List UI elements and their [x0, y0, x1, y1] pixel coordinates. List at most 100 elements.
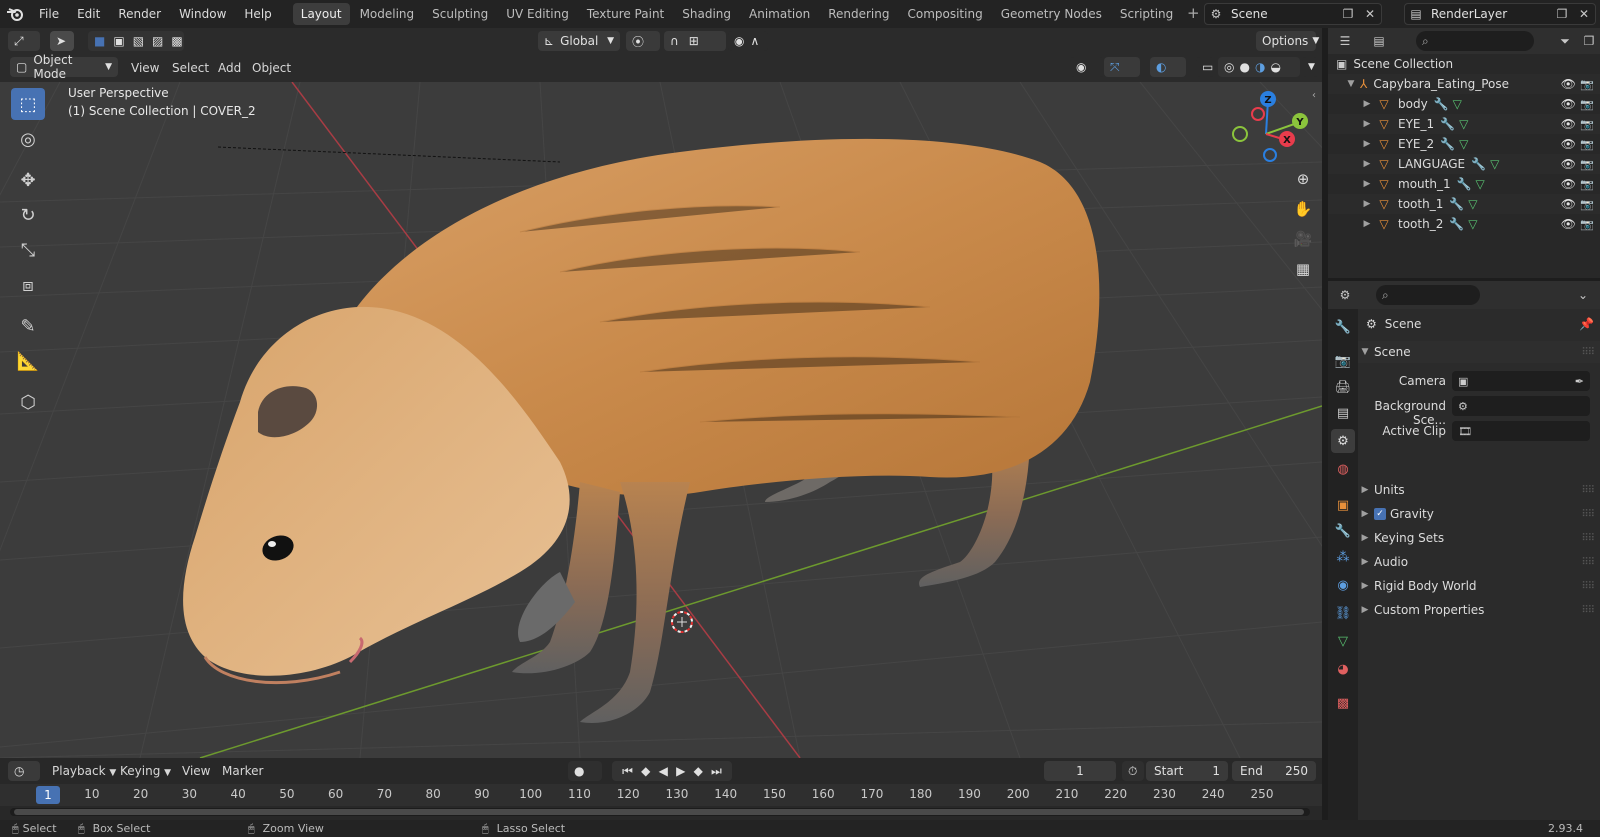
- material-shading-icon[interactable]: ◑: [1255, 60, 1265, 74]
- visibility-eye-icon[interactable]: 👁: [1561, 177, 1576, 191]
- filter-icon[interactable]: ⏷: [1554, 31, 1576, 51]
- rotate-tool-icon[interactable]: ↻: [11, 199, 45, 231]
- object-tab-icon[interactable]: ▣: [1331, 493, 1355, 517]
- tab-shading[interactable]: Shading: [674, 3, 739, 25]
- menu-playback[interactable]: Playback ▼: [52, 761, 116, 781]
- wireframe-shading-icon[interactable]: ◎: [1224, 60, 1234, 74]
- tab-sculpting[interactable]: Sculpting: [424, 3, 496, 25]
- mesh-data-icon[interactable]: ▽: [1476, 177, 1485, 191]
- outliner-row-object[interactable]: ▶ ▽ EYE_1 🔧 ▽ 👁 📷: [1328, 114, 1600, 134]
- close-view-layer-icon[interactable]: ✕: [1573, 4, 1595, 24]
- view-layer-tab-icon[interactable]: ▤: [1331, 401, 1355, 425]
- render-camera-icon[interactable]: 📷: [1580, 158, 1594, 171]
- add-workspace-button[interactable]: +: [1183, 4, 1203, 24]
- constraints-tab-icon[interactable]: ⛓: [1331, 601, 1355, 625]
- visibility-eye-icon[interactable]: 👁: [1561, 117, 1576, 131]
- mesh-data-icon[interactable]: ▽: [1453, 97, 1462, 111]
- expand-triangle-icon[interactable]: ▶: [1362, 199, 1372, 209]
- tab-scripting[interactable]: Scripting: [1112, 3, 1181, 25]
- drag-grip-icon[interactable]: ⠿⠿: [1581, 605, 1595, 616]
- pin-icon[interactable]: 📌: [1579, 317, 1594, 331]
- chevron-down-icon[interactable]: ⌄: [1572, 285, 1594, 305]
- pivot-point-dropdown[interactable]: ⦿: [626, 31, 660, 51]
- select-mode-new-icon[interactable]: ■: [94, 34, 105, 48]
- render-camera-icon[interactable]: 📷: [1580, 198, 1594, 211]
- visibility-dropdown[interactable]: ◉: [1070, 57, 1104, 77]
- particles-tab-icon[interactable]: ⁂: [1331, 545, 1355, 569]
- outliner-row-object[interactable]: ▶ ▽ mouth_1 🔧 ▽ 👁 📷: [1328, 174, 1600, 194]
- drag-grip-icon[interactable]: ⠿⠿: [1581, 533, 1595, 544]
- ortho-grid-icon[interactable]: ▦: [1290, 256, 1316, 282]
- menu-add[interactable]: Add: [218, 58, 241, 78]
- start-frame-field[interactable]: Start 1: [1146, 761, 1228, 781]
- expand-triangle-icon[interactable]: ▶: [1362, 119, 1372, 129]
- mesh-data-icon[interactable]: ▽: [1459, 117, 1468, 131]
- subpanel-header[interactable]: ▶ Units ⠿⠿: [1358, 479, 1600, 501]
- add-cube-tool-icon[interactable]: ⬡: [11, 386, 45, 418]
- shading-mode-group[interactable]: ◎ ● ◑ ◒: [1218, 57, 1300, 77]
- render-camera-icon[interactable]: 📷: [1580, 178, 1594, 191]
- mesh-data-icon[interactable]: ▽: [1468, 197, 1477, 211]
- close-scene-icon[interactable]: ✕: [1359, 4, 1381, 24]
- tab-texture-paint[interactable]: Texture Paint: [579, 3, 672, 25]
- mesh-data-icon[interactable]: ▽: [1459, 137, 1468, 151]
- scene-tab-icon[interactable]: ⚙: [1331, 429, 1355, 453]
- cursor-tool-icon[interactable]: ◎: [11, 123, 45, 155]
- annotate-tool-icon[interactable]: ✎: [11, 310, 45, 342]
- editor-type-button[interactable]: ⤢: [8, 31, 40, 51]
- end-frame-field[interactable]: End 250: [1232, 761, 1316, 781]
- measure-tool-icon[interactable]: 📐: [11, 345, 45, 377]
- tab-animation[interactable]: Animation: [741, 3, 818, 25]
- material-tab-icon[interactable]: ◕: [1331, 657, 1355, 681]
- world-tab-icon[interactable]: ◍: [1331, 457, 1355, 481]
- select-mode-extend-icon[interactable]: ▣: [113, 34, 124, 48]
- preview-range-toggle[interactable]: ⏱: [1122, 761, 1144, 781]
- tab-compositing[interactable]: Compositing: [899, 3, 990, 25]
- play-reverse-icon[interactable]: ◀: [659, 764, 668, 778]
- outliner-search-input[interactable]: ⌕: [1416, 31, 1534, 51]
- menu-keying[interactable]: Keying ▼: [120, 761, 171, 781]
- subpanel-header[interactable]: ▶ ✓ Gravity ⠿⠿: [1358, 503, 1600, 525]
- copy-view-layer-icon[interactable]: ❐: [1551, 4, 1573, 24]
- menu-view[interactable]: View: [131, 58, 159, 78]
- menu-render[interactable]: Render: [109, 0, 170, 28]
- xray-toggle[interactable]: ▭: [1196, 57, 1214, 77]
- modifier-wrench-icon[interactable]: 🔧: [1434, 97, 1449, 111]
- timeline-editor-type-button[interactable]: ◷: [8, 761, 40, 781]
- texture-tab-icon[interactable]: ▩: [1331, 691, 1355, 715]
- scene-panel-header[interactable]: ▼ Scene ⠿⠿: [1358, 341, 1600, 363]
- menu-object[interactable]: Object: [252, 58, 291, 78]
- select-box-tool-icon[interactable]: ⬚: [11, 88, 45, 120]
- active-clip-field[interactable]: 🎞: [1452, 421, 1590, 441]
- play-icon[interactable]: ▶: [676, 764, 685, 778]
- overlays-toggle[interactable]: ◐: [1150, 57, 1186, 77]
- outliner-row-object[interactable]: ▶ ▽ tooth_1 🔧 ▽ 👁 📷: [1328, 194, 1600, 214]
- display-mode-icon[interactable]: ▤: [1368, 31, 1390, 51]
- outliner-row-object[interactable]: ▶ ▽ EYE_2 🔧 ▽ 👁 📷: [1328, 134, 1600, 154]
- zoom-icon[interactable]: ⊕: [1290, 166, 1316, 192]
- transform-orientation-dropdown[interactable]: ⊾ Global ▼: [538, 31, 620, 51]
- drag-grip-icon[interactable]: ⠿⠿: [1581, 557, 1595, 568]
- collapse-triangle-icon[interactable]: ▼: [1346, 79, 1356, 89]
- tool-tab-icon[interactable]: 🔧: [1331, 315, 1355, 339]
- tab-geometry-nodes[interactable]: Geometry Nodes: [993, 3, 1110, 25]
- mesh-data-icon[interactable]: ▽: [1468, 217, 1477, 231]
- subpanel-header[interactable]: ▶ Rigid Body World ⠿⠿: [1358, 575, 1600, 597]
- solid-shading-icon[interactable]: ●: [1239, 60, 1249, 74]
- move-tool-icon[interactable]: ✥: [11, 164, 45, 196]
- transform-tool-icon[interactable]: ⧈: [11, 269, 45, 301]
- modifier-tab-icon[interactable]: 🔧: [1331, 519, 1355, 543]
- select-mode-subtract-icon[interactable]: ▧: [133, 34, 144, 48]
- visibility-eye-icon[interactable]: 👁: [1561, 157, 1576, 171]
- outliner-row-object[interactable]: ▶ ▽ body 🔧 ▽ 👁 📷: [1328, 94, 1600, 114]
- subpanel-header[interactable]: ▶ Audio ⠿⠿: [1358, 551, 1600, 573]
- rendered-shading-icon[interactable]: ◒: [1270, 60, 1280, 74]
- expand-triangle-icon[interactable]: ▶: [1362, 139, 1372, 149]
- modifier-wrench-icon[interactable]: 🔧: [1449, 217, 1464, 231]
- visibility-eye-icon[interactable]: 👁: [1561, 97, 1576, 111]
- render-tab-icon[interactable]: 📷: [1331, 349, 1355, 373]
- jump-end-icon[interactable]: ⏭: [711, 764, 722, 779]
- blender-logo-icon[interactable]: [0, 0, 30, 28]
- sidebar-toggle-icon[interactable]: ‹: [1312, 90, 1316, 101]
- visibility-eye-icon[interactable]: 👁: [1561, 217, 1576, 231]
